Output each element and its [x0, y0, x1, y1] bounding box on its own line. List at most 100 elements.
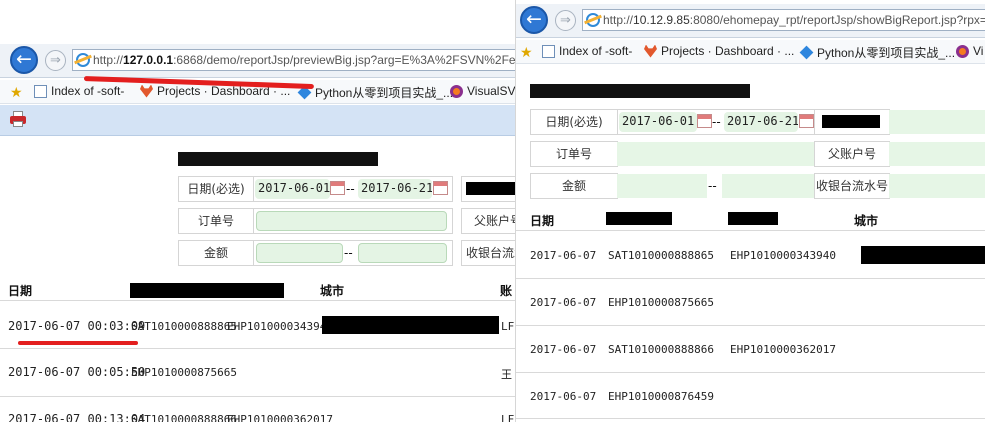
page-icon: [34, 84, 47, 98]
calendar-icon[interactable]: [799, 114, 814, 128]
redacted-city: [861, 246, 985, 264]
date-to-input[interactable]: 2017-06-21: [358, 179, 432, 199]
amount-to-input[interactable]: [358, 243, 447, 263]
favorite-visualsvn[interactable]: Vi: [956, 44, 983, 58]
forward-arrow-icon[interactable]: ⇒: [555, 10, 576, 31]
date-label: 日期(必选): [178, 176, 254, 202]
row-ehp-number: EHP1010000875665: [131, 366, 237, 379]
row-ehp-number: EHP1010000362017: [227, 413, 333, 422]
redacted-header: [606, 212, 672, 225]
row-date: 2017-06-07: [530, 390, 597, 403]
date-separator: --: [346, 182, 355, 196]
redacted-header: [728, 212, 778, 225]
row-tail: LF: [501, 320, 515, 333]
row-sat-number: SAT1010000888865: [608, 249, 714, 262]
date-from-input[interactable]: 2017-06-01: [255, 179, 330, 199]
url-prefix: http://: [603, 13, 634, 27]
gitlab-icon: [644, 44, 657, 58]
favorite-visualsvn[interactable]: VisualSV: [450, 84, 515, 98]
favorite-projects-dashboard[interactable]: Projects · Dashboard · ...: [644, 44, 794, 58]
row-date: 2017-06-07: [530, 249, 597, 262]
ie-page-icon: [586, 13, 600, 27]
order-label: 订单号: [530, 141, 618, 167]
row-ehp-number: EHP1010000876459: [608, 390, 714, 403]
amount-separator: --: [708, 179, 717, 193]
row-ehp-number: EHP1010000875665: [608, 296, 714, 309]
order-number-input[interactable]: [256, 211, 447, 231]
row-divider: [0, 348, 515, 349]
date-separator: --: [712, 115, 721, 129]
row-divider: [516, 418, 985, 419]
visualsvn-icon: [450, 84, 463, 98]
calendar-icon[interactable]: [697, 114, 712, 128]
gitlab-icon: [140, 84, 153, 98]
row-datetime: 2017-06-07 00:13:04: [8, 412, 146, 422]
print-icon[interactable]: [10, 111, 26, 127]
date-from-input[interactable]: 2017-06-01: [619, 112, 697, 132]
parent-account-label: 父账户号: [461, 208, 515, 234]
order-number-input[interactable]: [617, 142, 814, 166]
back-arrow-icon[interactable]: ←: [520, 6, 548, 34]
date-to-input[interactable]: 2017-06-21: [724, 112, 798, 132]
col-header-account: 账: [500, 284, 513, 298]
redacted-label: [822, 115, 880, 128]
favorite-python[interactable]: Python从零到项目实战_...: [799, 44, 955, 61]
date-label: 日期(必选): [530, 109, 618, 135]
back-arrow-icon[interactable]: ←: [10, 46, 38, 74]
report-title-redacted: [178, 152, 378, 166]
row-datetime: 2017-06-07 00:03:09: [8, 319, 146, 333]
address-bar: ← ⇒ http://127.0.0.1:6868/demo/reportJsp…: [0, 44, 515, 78]
cashier-serial-label: 收银台流水号: [814, 173, 890, 199]
redacted-header: [130, 283, 284, 298]
col-header-date: 日期: [8, 284, 33, 298]
row-ehp-number: EHP1010000362017: [730, 343, 836, 356]
forward-arrow-icon[interactable]: ⇒: [45, 50, 66, 71]
row-ehp-number: EHP1010000343940: [730, 249, 836, 262]
amount-label: 金额: [530, 173, 618, 199]
url-input[interactable]: http://127.0.0.1:6868/demo/reportJsp/pre…: [72, 49, 515, 71]
favorites-bar: ★ Index of -soft- Projects · Dashboard ·…: [516, 40, 985, 64]
row-divider: [516, 325, 985, 326]
url-path: :6868/demo/reportJsp/previewBig.jsp?arg=…: [173, 53, 515, 67]
header-divider: [516, 230, 985, 231]
favorites-star-icon[interactable]: ★: [520, 44, 533, 61]
order-label: 订单号: [178, 208, 254, 234]
url-prefix: http://: [93, 53, 124, 67]
cashier-serial-input[interactable]: [889, 174, 985, 198]
url-input[interactable]: http://10.12.9.85:8080/ehomepay_rpt/repo…: [582, 9, 985, 31]
favorites-star-icon[interactable]: ★: [10, 84, 23, 101]
row-divider: [516, 278, 985, 279]
report-toolbar: [0, 105, 515, 136]
calendar-icon[interactable]: [433, 181, 448, 195]
favorite-index-soft[interactable]: Index of -soft-: [34, 84, 124, 98]
red-underline-annotation: [18, 341, 138, 345]
amount-label: 金额: [178, 240, 254, 266]
favorite-index-soft[interactable]: Index of -soft-: [542, 44, 632, 58]
favorite-python[interactable]: Python从零到项目实战_...: [297, 84, 453, 101]
col-header-city: 城市: [320, 284, 345, 298]
amount-to-input[interactable]: [722, 174, 814, 198]
row-divider: [516, 372, 985, 373]
amount-from-input[interactable]: [617, 174, 707, 198]
page-icon: [542, 44, 555, 58]
redacted-city: [322, 316, 499, 334]
row-date: 2017-06-07: [530, 343, 597, 356]
left-browser-window: ← ⇒ http://127.0.0.1:6868/demo/reportJsp…: [0, 0, 515, 422]
row-sat-number: SAT1010000888866: [131, 413, 237, 422]
row-tail: 王: [501, 368, 512, 381]
row-datetime: 2017-06-07 00:05:50: [8, 365, 146, 379]
cashier-serial-label: 收银台流水号: [461, 240, 515, 266]
url-host: 127.0.0.1: [123, 53, 174, 67]
parent-account-input[interactable]: [889, 142, 985, 166]
row-tail: LF: [501, 413, 515, 422]
ie-page-icon: [76, 53, 90, 67]
diamond-icon: [799, 45, 814, 60]
address-bar: ← ⇒ http://10.12.9.85:8080/ehomepay_rpt/…: [516, 4, 985, 38]
row-sat-number: SAT1010000888866: [608, 343, 714, 356]
report-title-redacted: [530, 84, 750, 98]
url-path: :8080/ehomepay_rpt/reportJsp/showBigRepo…: [689, 13, 985, 27]
amount-from-input[interactable]: [256, 243, 343, 263]
side-input[interactable]: [889, 110, 985, 134]
calendar-icon[interactable]: [330, 181, 345, 195]
header-divider: [0, 300, 515, 301]
